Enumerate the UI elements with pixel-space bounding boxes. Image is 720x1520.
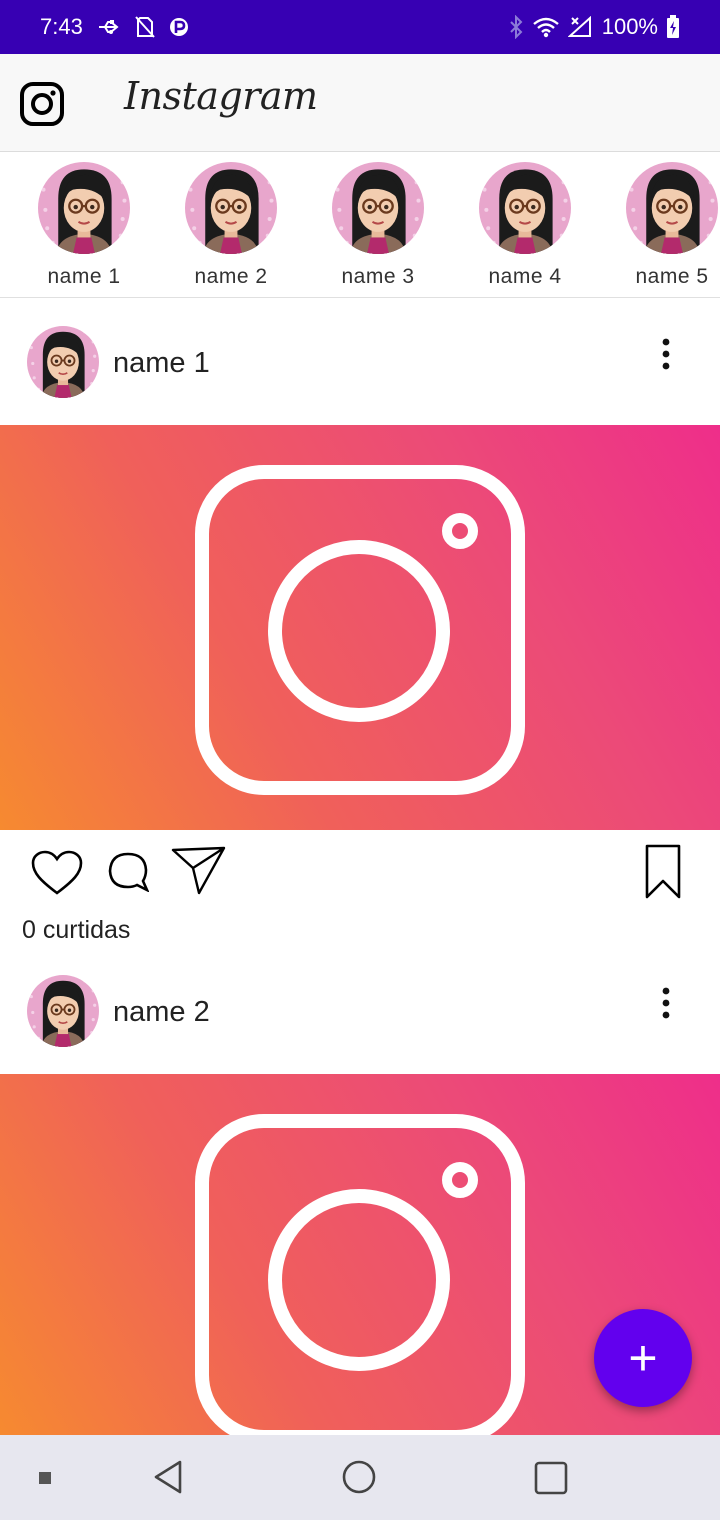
instagram-camera-icon xyxy=(195,1114,525,1435)
post-author[interactable]: name 2 xyxy=(113,996,210,1029)
story-name: name 3 xyxy=(341,265,415,288)
post-header: name 1 xyxy=(0,299,720,425)
battery-icon xyxy=(666,15,680,39)
story-name: name 5 xyxy=(635,265,709,288)
instagram-logo-icon[interactable] xyxy=(20,82,64,126)
instagram-camera-icon xyxy=(195,465,525,795)
comment-icon[interactable] xyxy=(107,850,150,897)
post-image[interactable] xyxy=(0,425,720,830)
navigation-bar xyxy=(0,1435,720,1520)
bookmark-icon[interactable] xyxy=(644,844,682,905)
status-bar: 7:43 100% xyxy=(0,0,720,54)
no-sim-icon xyxy=(135,16,155,38)
plus-icon: + xyxy=(628,1330,658,1386)
post-header: name 2 xyxy=(0,948,720,1074)
post-avatar[interactable] xyxy=(27,326,99,398)
story-name: name 2 xyxy=(194,265,268,288)
send-icon[interactable] xyxy=(171,846,227,901)
app-title: Instagram xyxy=(124,74,318,118)
recents-icon[interactable] xyxy=(534,1461,568,1500)
post-author[interactable]: name 1 xyxy=(113,347,210,380)
story-item[interactable]: name 1 xyxy=(19,162,149,289)
usb-icon xyxy=(97,17,121,37)
more-options-icon[interactable] xyxy=(652,983,680,1023)
story-name: name 4 xyxy=(488,265,562,288)
likes-count: 0 curtidas xyxy=(22,916,131,944)
app-screen: 7:43 100% Instagram name 1 name 2 name 3… xyxy=(0,0,720,1520)
story-avatar xyxy=(332,162,424,254)
post-actions xyxy=(0,830,720,910)
wifi-icon xyxy=(532,16,560,38)
story-item[interactable]: name 5 xyxy=(607,162,720,289)
stories-row: name 1 name 2 name 3 name 4 name 5 xyxy=(0,153,720,298)
signal-icon xyxy=(567,16,594,38)
more-options-icon[interactable] xyxy=(652,334,680,374)
status-time: 7:43 xyxy=(40,14,83,39)
story-item[interactable]: name 3 xyxy=(313,162,443,289)
post-avatar[interactable] xyxy=(27,975,99,1047)
small-square-icon xyxy=(38,1471,52,1490)
back-icon[interactable] xyxy=(152,1459,184,1500)
home-icon[interactable] xyxy=(342,1460,376,1499)
story-item[interactable]: name 4 xyxy=(460,162,590,289)
battery-text: 100% xyxy=(601,14,658,39)
story-avatar xyxy=(479,162,571,254)
story-avatar xyxy=(38,162,130,254)
story-item[interactable]: name 2 xyxy=(166,162,296,289)
bluetooth-icon xyxy=(508,15,524,39)
story-avatar xyxy=(185,162,277,254)
app-bar: Instagram xyxy=(0,54,720,152)
story-name: name 1 xyxy=(47,265,121,288)
add-post-button[interactable]: + xyxy=(594,1309,692,1407)
heart-icon[interactable] xyxy=(31,850,83,901)
story-avatar xyxy=(626,162,718,254)
parking-icon xyxy=(169,16,189,38)
